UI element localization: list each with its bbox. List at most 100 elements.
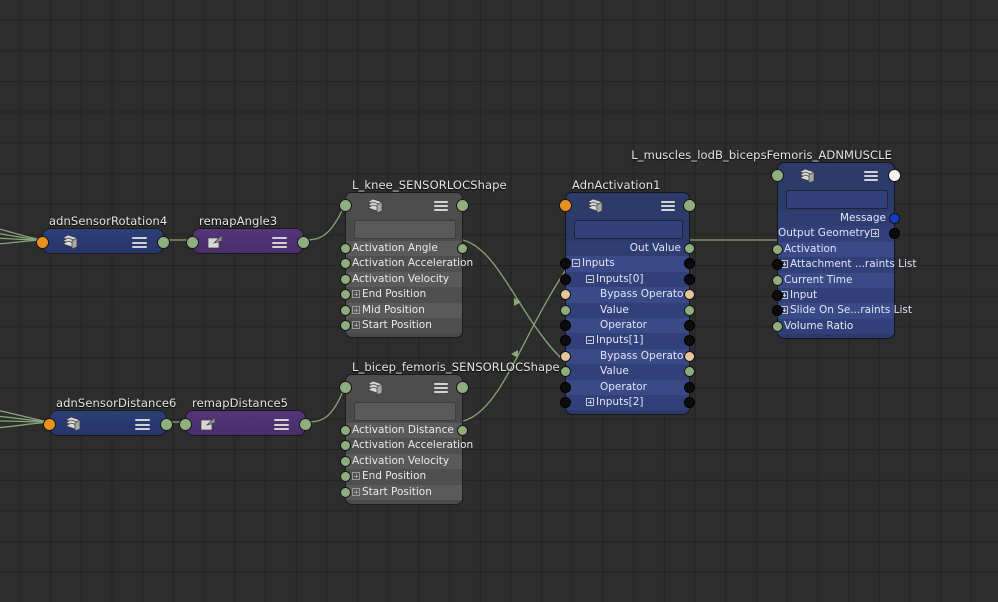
attribute-output-port[interactable] [684,335,695,346]
node-graph-canvas[interactable]: adnSensorRotation4 remapAngle3 adn [0,0,998,602]
node-input-port[interactable] [339,199,352,212]
attribute-input-port[interactable] [772,275,783,286]
attribute-output-port[interactable] [457,425,468,436]
attribute-input-port[interactable] [772,244,783,255]
attribute-input-port[interactable] [560,320,571,331]
attribute-output-port[interactable] [684,274,695,285]
attribute-output-port[interactable] [889,213,900,224]
attribute-row-message[interactable]: Message [778,211,894,226]
attribute-row[interactable]: Inputs[1] [566,333,689,348]
attribute-output-port[interactable] [684,243,695,254]
node-name-plate[interactable] [354,402,456,421]
node-adnSensorRotation4[interactable]: adnSensorRotation4 [42,228,164,254]
node-AdnActivation1[interactable]: AdnActivation1 Out Value [565,192,690,415]
attribute-input-port[interactable] [772,290,783,301]
expander-plus-icon[interactable] [352,321,360,329]
attribute-output-port[interactable] [684,351,695,362]
node-name-plate[interactable] [786,190,888,209]
node-L_muscles_lodB_bicepsFemoris_ADNMUSCLE[interactable]: L_muscles_lodB_bicepsFemoris_ADNMUSCLE M… [777,162,895,339]
hamburger-icon[interactable] [434,383,448,393]
attribute-row[interactable]: Output Geometry [778,226,894,241]
attribute-row[interactable]: Activation Acceleration [346,438,462,453]
node-input-port[interactable] [36,236,49,249]
node-input-port[interactable] [559,199,572,212]
node-name-plate[interactable] [574,220,683,239]
attribute-input-port[interactable] [340,425,351,436]
expander-plus-icon[interactable] [352,290,360,298]
node-remapDistance5[interactable]: remapDistance5 [185,410,306,436]
attribute-input-port[interactable] [340,274,351,285]
attribute-row[interactable]: Value [566,364,689,379]
expander-plus-icon[interactable] [586,398,594,406]
attribute-row[interactable]: Attachment ...raints List [778,257,894,272]
node-input-port[interactable] [771,169,784,182]
node-remapAngle3[interactable]: remapAngle3 [192,228,304,254]
node-name-plate[interactable] [354,220,456,239]
node-input-port[interactable] [339,381,352,394]
node-input-port[interactable] [43,418,56,431]
hamburger-icon[interactable] [272,237,287,248]
node-input-port[interactable] [179,418,192,431]
attribute-output-port[interactable] [684,320,695,331]
attribute-row[interactable]: Activation Velocity [346,454,462,469]
attribute-output-port[interactable] [684,289,695,300]
attribute-output-port[interactable] [684,258,695,269]
attribute-row[interactable]: Input [778,288,894,303]
attribute-output-port[interactable] [457,243,468,254]
attribute-input-port[interactable] [560,351,571,362]
attribute-output-port[interactable] [684,382,695,393]
attribute-row[interactable]: Activation Acceleration [346,256,462,271]
expander-plus-icon[interactable] [871,229,879,237]
attribute-input-port[interactable] [340,456,351,467]
node-output-port[interactable] [297,236,310,249]
attribute-row-out-value[interactable]: Out Value [566,241,689,256]
attribute-row[interactable]: Start Position [346,485,462,500]
hamburger-icon[interactable] [274,419,289,430]
attribute-row[interactable]: Bypass Operator [566,287,689,302]
attribute-input-port[interactable] [560,382,571,393]
attribute-row[interactable]: End Position [346,469,462,484]
attribute-row[interactable]: Activation Velocity [346,272,462,287]
node-adnSensorDistance6[interactable]: adnSensorDistance6 [49,410,167,436]
node-output-port[interactable] [888,169,901,182]
attribute-row[interactable]: Activation [778,242,894,257]
node-L_bicep_femoris_SENSORLOCShape[interactable]: L_bicep_femoris_SENSORLOCShape Activatio… [345,374,463,505]
hamburger-icon[interactable] [434,201,448,211]
attribute-input-port[interactable] [340,487,351,498]
attribute-input-port[interactable] [340,305,351,316]
attribute-input-port[interactable] [340,320,351,331]
attribute-row[interactable]: Inputs[2] [566,395,689,410]
node-output-port[interactable] [456,199,469,212]
node-output-port[interactable] [683,199,696,212]
attribute-output-port[interactable] [684,305,695,316]
attribute-row[interactable]: End Position [346,287,462,302]
hamburger-icon[interactable] [132,237,147,248]
node-output-port[interactable] [157,236,170,249]
attribute-row[interactable]: Bypass Operator [566,349,689,364]
attribute-row[interactable]: Current Time [778,273,894,288]
expander-plus-icon[interactable] [352,488,360,496]
node-L_knee_SENSORLOCShape[interactable]: L_knee_SENSORLOCShape Activation Angle [345,192,463,338]
node-input-port[interactable] [186,236,199,249]
attribute-input-port[interactable] [560,305,571,316]
node-output-port[interactable] [160,418,173,431]
expander-plus-icon[interactable] [352,306,360,314]
attribute-row[interactable]: Value [566,303,689,318]
attribute-input-port[interactable] [560,397,571,408]
attribute-output-port[interactable] [889,228,900,239]
attribute-output-port[interactable] [684,397,695,408]
expander-minus-icon[interactable] [572,259,580,267]
hamburger-icon[interactable] [135,419,150,430]
node-output-port[interactable] [299,418,312,431]
node-output-port[interactable] [456,381,469,394]
attribute-input-port[interactable] [340,243,351,254]
attribute-row[interactable]: Slide On Se...raints List [778,303,894,318]
expander-minus-icon[interactable] [586,275,594,283]
expander-minus-icon[interactable] [586,336,594,344]
attribute-output-port[interactable] [684,366,695,377]
attribute-row[interactable]: Activation Distance [346,423,462,438]
attribute-row[interactable]: Activation Angle [346,241,462,256]
expander-plus-icon[interactable] [352,472,360,480]
attribute-row[interactable]: Operator [566,318,689,333]
attribute-row[interactable]: Start Position [346,318,462,333]
